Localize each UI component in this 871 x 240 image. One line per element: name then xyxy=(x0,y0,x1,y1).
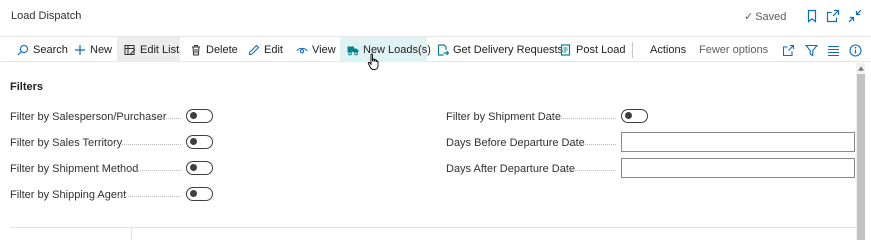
toggle-knob xyxy=(190,190,197,197)
delete-label: Delete xyxy=(206,43,238,56)
divider xyxy=(10,227,856,228)
open-new-window-icon[interactable] xyxy=(824,7,842,25)
filter-shipment-date-toggle[interactable] xyxy=(621,109,648,123)
days-before-departure-input[interactable] xyxy=(621,132,855,152)
filters-section: Filters Filter by Salesperson/Purchaser … xyxy=(0,63,856,240)
saved-status: ✓ Saved xyxy=(744,10,787,24)
toggle-knob xyxy=(190,164,197,171)
days-after-departure-input[interactable] xyxy=(621,158,855,178)
collapse-icon[interactable] xyxy=(846,7,864,25)
toolbar-separator xyxy=(632,42,633,58)
filter-salesperson-toggle[interactable] xyxy=(186,109,213,123)
list-view-icon[interactable] xyxy=(825,42,841,58)
toggle-knob xyxy=(625,112,632,119)
label-leader xyxy=(568,144,616,145)
new-loads-button[interactable]: New Loads(s) xyxy=(340,37,431,62)
edit-list-label: Edit List xyxy=(140,43,180,56)
edit-list-button[interactable]: Edit List xyxy=(117,37,180,62)
actions-menu-label: Actions xyxy=(650,43,687,56)
filter-sales-territory-toggle[interactable] xyxy=(186,135,213,149)
label-leader xyxy=(116,196,181,197)
saved-label: Saved xyxy=(755,10,787,23)
share-icon[interactable] xyxy=(780,42,796,58)
get-delivery-requests-button[interactable]: Get Delivery Requests xyxy=(430,37,570,62)
search-label: Search xyxy=(33,43,68,56)
days-after-departure-label: Days After Departure Date xyxy=(446,163,576,175)
fewer-options-button[interactable]: Fewer options xyxy=(692,37,775,62)
edit-button[interactable]: Edit xyxy=(241,37,290,62)
new-label: New xyxy=(90,43,113,56)
plus-icon xyxy=(75,44,85,55)
fewer-options-label: Fewer options xyxy=(699,43,769,56)
bookmark-icon[interactable] xyxy=(803,7,821,25)
info-icon[interactable] xyxy=(847,42,863,58)
pencil-icon xyxy=(248,44,260,55)
page-title: Load Dispatch xyxy=(11,10,82,22)
post-load-button[interactable]: Post Load xyxy=(553,37,633,62)
filter-shipping-agent-toggle[interactable] xyxy=(186,187,213,201)
label-leader xyxy=(562,170,616,171)
filter-sales-territory-label: Filter by Sales Territory xyxy=(10,137,123,149)
filter-shipment-method-toggle[interactable] xyxy=(186,161,213,175)
label-leader xyxy=(110,144,181,145)
actions-menu-button[interactable]: Actions xyxy=(643,37,693,62)
checkmark-icon: ✓ xyxy=(744,11,754,23)
delete-button[interactable]: Delete xyxy=(183,37,245,62)
search-icon xyxy=(17,44,29,55)
edit-list-icon xyxy=(124,44,136,55)
view-label: View xyxy=(312,43,336,56)
search-button[interactable]: Search xyxy=(10,37,75,62)
label-leader xyxy=(551,118,616,119)
label-leader xyxy=(145,118,181,119)
days-before-departure-label: Days Before Departure Date xyxy=(446,137,585,149)
title-bar: Load Dispatch ✓ Saved xyxy=(0,0,871,34)
post-document-icon xyxy=(560,43,571,56)
view-button[interactable]: View xyxy=(289,37,343,62)
scroll-up-arrow-icon[interactable] xyxy=(856,64,865,72)
filters-section-title: Filters xyxy=(10,81,44,93)
toggle-knob xyxy=(190,112,197,119)
filter-shipping-agent-label: Filter by Shipping Agent xyxy=(10,189,127,201)
scrollbar-thumb[interactable] xyxy=(857,74,865,240)
trash-icon xyxy=(192,44,200,55)
post-load-label: Post Load xyxy=(576,43,626,56)
label-leader xyxy=(127,170,181,171)
truck-icon xyxy=(347,46,359,55)
new-button[interactable]: New xyxy=(67,37,119,62)
filter-salesperson-label: Filter by Salesperson/Purchaser xyxy=(10,111,167,123)
divider xyxy=(131,227,132,240)
filter-shipment-method-label: Filter by Shipment Method xyxy=(10,163,139,175)
document-arrow-icon xyxy=(437,43,449,56)
filter-icon[interactable] xyxy=(803,42,819,58)
filter-shipment-date-label: Filter by Shipment Date xyxy=(446,111,561,123)
action-bar: Search New Edit List Delete Edit View Ne… xyxy=(0,36,871,62)
toggle-knob xyxy=(190,138,197,145)
get-delivery-requests-label: Get Delivery Requests xyxy=(453,43,564,56)
edit-label: Edit xyxy=(264,43,283,56)
eye-icon xyxy=(296,47,308,53)
